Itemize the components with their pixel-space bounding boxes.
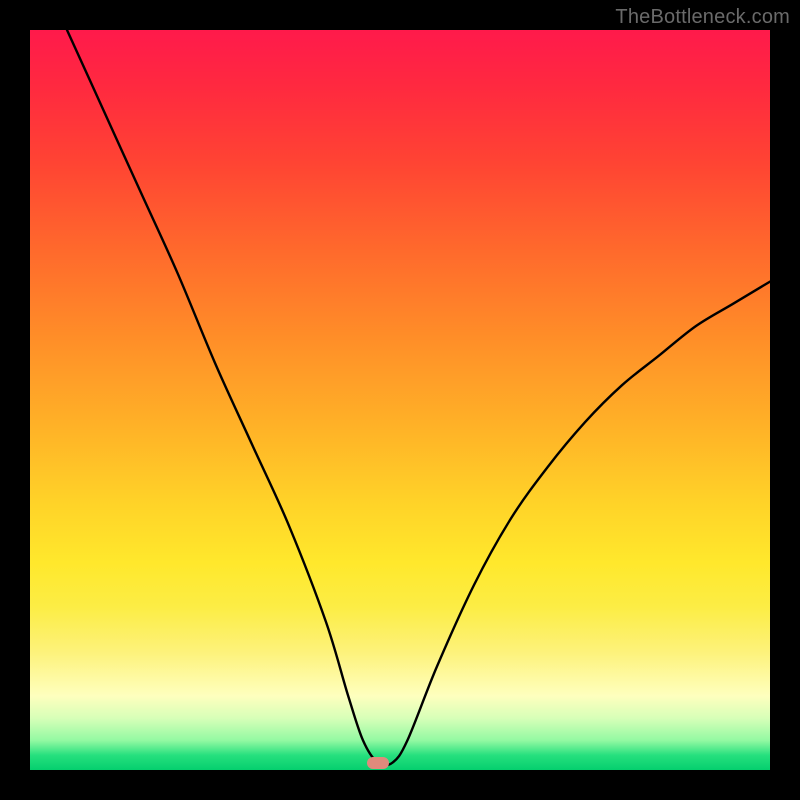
plot-area xyxy=(30,30,770,770)
attribution-label: TheBottleneck.com xyxy=(615,6,790,29)
bottleneck-curve xyxy=(30,30,770,770)
curve-path xyxy=(67,30,770,765)
chart-stage: TheBottleneck.com xyxy=(0,0,800,800)
optimal-marker xyxy=(367,757,389,769)
